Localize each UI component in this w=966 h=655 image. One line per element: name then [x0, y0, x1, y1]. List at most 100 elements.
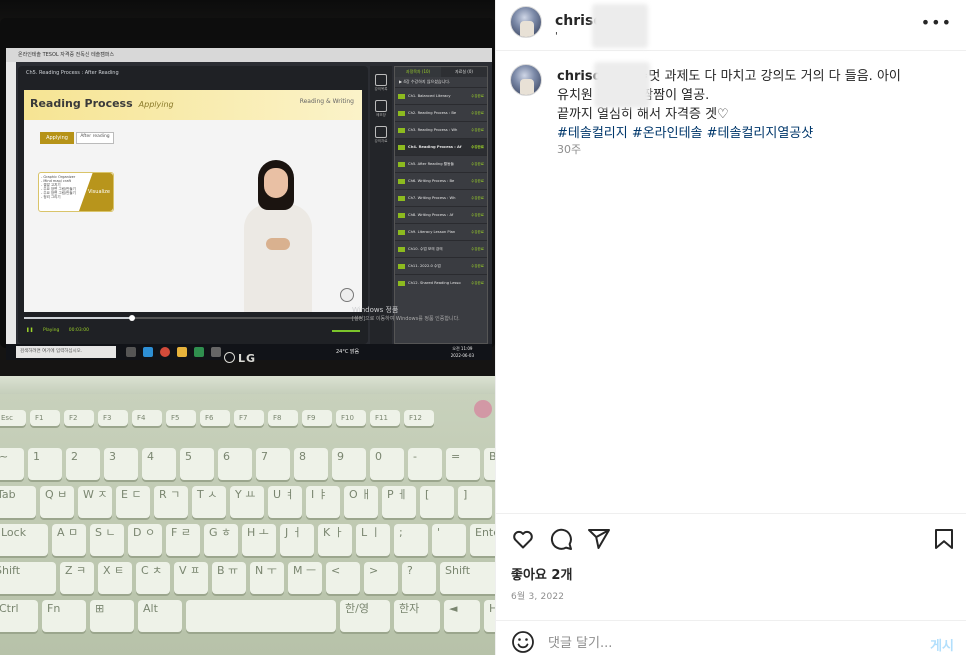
toc-item-title: Ch2. Reading Process : Be — [408, 111, 457, 115]
keyboard-key: Backspace — [484, 448, 495, 480]
slide-header: Reading Process Applying Reading & Writin… — [24, 90, 362, 120]
post-photo[interactable]: 온라인테솔 TESOL 자격증 전독신 테솔캠퍼스 Ch5. Reading P… — [0, 0, 495, 655]
keyboard-key: L ㅣ — [356, 524, 390, 556]
volume-slider[interactable] — [332, 330, 360, 332]
keyboard-key: 1 — [28, 448, 62, 480]
toc-item[interactable]: Ch8. Writing Process : Af 수강완료 — [395, 206, 487, 223]
caption-hashtags[interactable]: #테솔컬리지 #온라인테솔 #테솔컬리지열공샷 — [557, 124, 957, 143]
toc-list: Ch1. Balanced Literacy 수강완료 Ch2. Reading P… — [395, 87, 487, 291]
taskbar-date: 2022-06-03 — [450, 353, 474, 358]
bookmark-icon[interactable] — [933, 527, 955, 551]
video-progress-handle[interactable] — [129, 315, 136, 321]
keyboard-row: TabQ ㅂW ㅈE ㄷR ㄱT ㅅY ㅛU ㅕI ㅑO ㅐP ㅔ[] — [0, 486, 492, 518]
redacted-caption-blur — [594, 62, 650, 108]
keyboard-key: G ㅎ — [204, 524, 238, 556]
keyboard-key: Shift — [440, 562, 495, 594]
avatar[interactable] — [510, 6, 542, 38]
taskbar-apps — [126, 347, 221, 357]
toc-item[interactable]: Ch11. 2022.0 수업 수강완료 — [395, 257, 487, 274]
keyboard-key: ? — [402, 562, 436, 594]
pause-icon[interactable]: ❚❚ — [26, 328, 34, 333]
keyboard-key: F ㄹ — [166, 524, 200, 556]
keyboard-row: ShiftZ ㅋX ㅌC ㅊV ㅍB ㅠN ㅜM ㅡ<>?Shift — [0, 562, 495, 594]
chrome-icon[interactable] — [160, 347, 170, 357]
taskbar-search-input[interactable]: 검색하려면 여기에 입력하십시오. — [16, 346, 116, 358]
keyboard-key: Y ㅛ — [230, 486, 264, 518]
heart-icon[interactable] — [511, 527, 535, 551]
like-count[interactable]: 좋아요 2개 — [511, 564, 572, 583]
toc-item[interactable]: Ch12. Shared Reading Lesso 수강완료 — [395, 274, 487, 291]
taskbar-clock[interactable]: 오전 11:09 2022-06-03 — [451, 345, 474, 359]
course-toc-panel: 과정목차 (10) 자료실 (0) ▶ 4강 수강하지 않으셨습니다. Ch1.… — [394, 66, 488, 344]
comment-icon[interactable] — [549, 527, 573, 551]
browser-title: 온라인테솔 TESOL 자격증 전독신 테솔캠퍼스 — [6, 48, 492, 62]
player-side-menu: 강의목록 메모장 강의자료 — [370, 66, 392, 344]
keyboard-key: F2 — [64, 410, 94, 426]
keyboard-key: Tab — [0, 486, 36, 518]
toc-item-title: Ch3. Reading Process : Wh — [408, 128, 458, 132]
visualize-badge: Visualize — [79, 173, 113, 211]
toc-item-status: 수강완료 — [471, 178, 484, 183]
post-comment-button[interactable]: 게시 — [930, 635, 954, 654]
toc-item-status: 수강완료 — [471, 144, 484, 149]
slide-corner-label: Reading & Writing — [299, 98, 354, 105]
keyboard-key: F3 — [98, 410, 128, 426]
slide-title: Reading Process Applying — [30, 97, 174, 110]
post-date: 6월 3, 2022 — [511, 592, 565, 602]
video-progress-bar[interactable] — [24, 315, 362, 321]
toc-item[interactable]: Ch3. Reading Process : Wh 수강완료 — [395, 121, 487, 138]
keyboard-key: D ㅇ — [128, 524, 162, 556]
keyboard-key: O ㅐ — [344, 486, 378, 518]
instagram-post-view: 온라인테솔 TESOL 자격증 전독신 테솔캠퍼스 Ch5. Reading P… — [0, 0, 966, 655]
toc-item-status: 수강완료 — [471, 263, 484, 268]
toc-item[interactable]: Ch6. Writing Process : Be 수강완료 — [395, 172, 487, 189]
taskbar-weather[interactable]: 24°C 맑음 — [336, 344, 359, 360]
keyboard-key: X ㅌ — [98, 562, 132, 594]
memo-icon[interactable] — [375, 100, 387, 112]
keyboard-key: 9 — [332, 448, 366, 480]
instructor-body — [244, 204, 312, 312]
keyboard-key: ◄ — [444, 600, 480, 632]
watermark-subtitle: [설정]으로 이동하여 Windows를 정품 인증합니다. — [352, 316, 460, 322]
keyboard-key: N ㅜ — [250, 562, 284, 594]
slide-nav-button[interactable] — [340, 288, 354, 302]
home-icon[interactable] — [375, 74, 387, 86]
caption-avatar[interactable] — [510, 64, 542, 96]
post-header: chriso ' ••• — [496, 0, 966, 51]
keyboard-key: W ㅈ — [78, 486, 112, 518]
post-actions — [496, 513, 966, 563]
redacted-username-blur — [592, 4, 648, 48]
keyboard-key: F1 — [30, 410, 60, 426]
file-explorer-icon[interactable] — [177, 347, 187, 357]
watermark-title: Windows 정품 — [352, 306, 399, 314]
keyboard-key: Esc — [0, 410, 26, 426]
toc-item-status: 수강완료 — [471, 246, 484, 251]
send-icon[interactable] — [587, 527, 611, 551]
toc-item[interactable]: Ch4. Reading Process : Af 수강완료 — [395, 138, 487, 155]
task-view-icon[interactable] — [126, 347, 136, 357]
toc-item[interactable]: Ch1. Balanced Literacy 수강완료 — [395, 87, 487, 104]
toc-item[interactable]: Ch5. After Reading 활동들 수강완료 — [395, 155, 487, 172]
toc-item[interactable]: Ch2. Reading Process : Be 수강완료 — [395, 104, 487, 121]
check-icon — [398, 280, 405, 286]
emoji-icon[interactable] — [511, 630, 535, 654]
keyboard-key: I ㅑ — [306, 486, 340, 518]
app-icon[interactable] — [194, 347, 204, 357]
edge-icon[interactable] — [143, 347, 153, 357]
tab-course-toc[interactable]: 과정목차 (10) — [395, 67, 441, 77]
comment-input[interactable] — [548, 633, 908, 653]
toc-item-status: 수강완료 — [471, 93, 484, 98]
keyboard-key: F7 — [234, 410, 264, 426]
graphic-organizer-box: - Graphic Organizer - Mind map/ craft - … — [38, 172, 114, 212]
side-menu-label: 강의목록 — [374, 87, 388, 91]
toc-item[interactable]: Ch7. Writing Process : Wh 수강완료 — [395, 189, 487, 206]
keyboard-key: 4 — [142, 448, 176, 480]
toc-item[interactable]: Ch9. Literacy Lesson Plan 수강완료 — [395, 223, 487, 240]
toc-item-status: 수강완료 — [471, 212, 484, 217]
app-icon[interactable] — [211, 347, 221, 357]
tab-materials[interactable]: 자료실 (0) — [441, 67, 487, 77]
toc-item[interactable]: Ch10. 수업 모의 강의 수강완료 — [395, 240, 487, 257]
material-icon[interactable] — [375, 126, 387, 138]
more-icon[interactable]: ••• — [921, 13, 952, 32]
toc-item-title: Ch11. 2022.0 수업 — [408, 263, 441, 268]
